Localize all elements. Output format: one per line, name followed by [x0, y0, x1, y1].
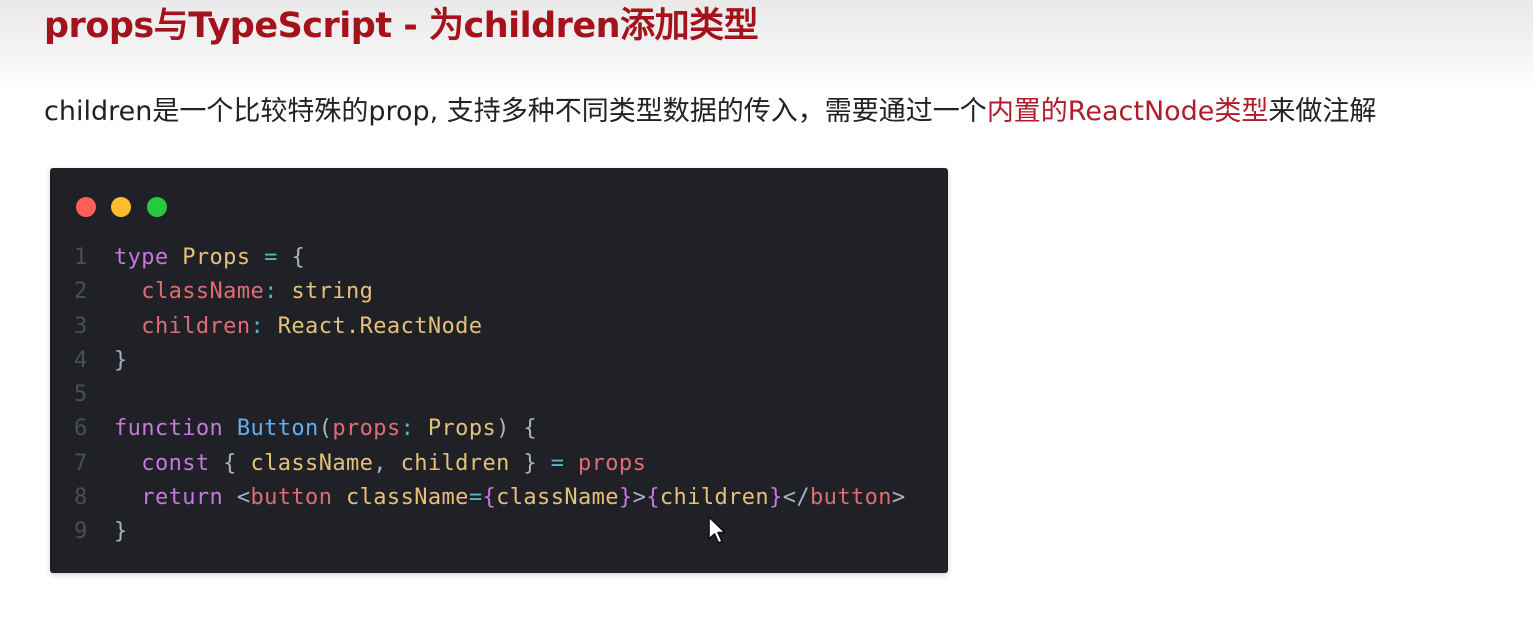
code-block: 1 type Props = {2 className: string 3 chil…: [50, 241, 948, 550]
code-token: type: [114, 245, 169, 270]
code-token: children: [659, 485, 770, 511]
code-text: return <button className={className}>{ch…: [114, 481, 906, 515]
code-line: 9}: [50, 515, 948, 549]
line-number: 3: [74, 313, 88, 339]
code-text: }: [114, 515, 128, 549]
code-token: >: [891, 485, 906, 511]
description-text-before: children是一个比较特殊的prop, 支持多种不同类型数据的传入，需要通过…: [44, 96, 987, 127]
code-token: }: [114, 347, 128, 373]
code-line: 5: [50, 378, 948, 412]
code-token: ) {: [496, 416, 538, 442]
code-token: children: [400, 450, 510, 476]
code-token: :: [400, 416, 428, 442]
code-token: const: [141, 450, 210, 476]
code-token: props: [332, 416, 401, 442]
code-token: className: [496, 485, 619, 511]
code-line: 8 return <button className={className}>{…: [50, 481, 948, 515]
code-token: className: [141, 279, 265, 305]
code-token: return: [141, 485, 224, 511]
code-token: React.ReactNode: [277, 313, 483, 339]
code-line: 1 type Props = {: [50, 241, 948, 275]
code-token: }: [618, 485, 633, 511]
code-token: props: [578, 450, 647, 476]
description-text-after: 来做注解: [1268, 96, 1377, 127]
line-number: 2: [74, 279, 88, 305]
code-token: =: [468, 485, 483, 511]
line-number: 8: [74, 485, 88, 511]
code-token: className: [346, 485, 469, 511]
code-token: Props: [427, 416, 497, 442]
code-token: children: [141, 313, 251, 339]
line-number: 7: [74, 450, 88, 476]
code-token: =: [264, 245, 278, 270]
maximize-dot-icon: [147, 197, 167, 217]
code-token: string: [291, 279, 374, 305]
code-token: ,: [373, 450, 401, 476]
code-token: (: [318, 416, 333, 442]
code-token: :: [250, 313, 278, 339]
code-token: </: [782, 485, 811, 511]
code-token: }: [509, 450, 551, 476]
code-token: {: [277, 245, 306, 270]
code-token: {: [482, 485, 497, 511]
line-number: 9: [74, 519, 88, 545]
code-text: function Button(props: Props) {: [114, 412, 537, 446]
code-token: >: [632, 485, 647, 511]
minimize-dot-icon: [111, 197, 131, 217]
code-text: children: React.ReactNode: [114, 310, 482, 344]
code-token: :: [264, 279, 292, 305]
code-line: 6 function Button(props: Props) {: [50, 412, 948, 446]
code-line: 4}: [50, 344, 948, 378]
code-token: }: [114, 519, 128, 545]
code-token: button: [810, 485, 892, 511]
line-number: 5: [74, 382, 88, 408]
code-line: 3 children: React.ReactNode: [50, 310, 948, 344]
code-token: {: [646, 485, 660, 511]
code-token: Button: [236, 416, 319, 442]
code-token: button: [250, 485, 333, 511]
code-text: type Props = {: [114, 241, 305, 275]
line-number: 4: [74, 347, 88, 373]
code-token: className: [250, 450, 374, 476]
code-token: function: [114, 416, 224, 442]
code-token: =: [550, 450, 565, 476]
code-token: <: [223, 485, 251, 511]
code-text: }: [114, 344, 128, 378]
close-dot-icon: [76, 197, 96, 217]
mouse-pointer-icon: [708, 516, 726, 544]
code-window: 1 type Props = {2 className: string 3 chil…: [50, 168, 948, 573]
code-line: 2 className: string: [50, 275, 948, 309]
description-text: children是一个比较特殊的prop, 支持多种不同类型数据的传入，需要通过…: [44, 93, 1376, 131]
code-token: }: [769, 485, 783, 511]
code-text: const { className, children } = props: [114, 447, 646, 481]
slide-title: props与TypeScript - 为children添加类型: [44, 6, 759, 46]
description-highlight: 内置的ReactNode类型: [986, 96, 1269, 127]
code-token: Props: [182, 245, 251, 270]
code-text: className: string: [114, 275, 373, 309]
line-number: 1: [74, 245, 88, 270]
code-line: 7 const { className, children } = props: [50, 447, 948, 481]
line-number: 6: [74, 416, 88, 442]
code-token: {: [209, 450, 251, 476]
